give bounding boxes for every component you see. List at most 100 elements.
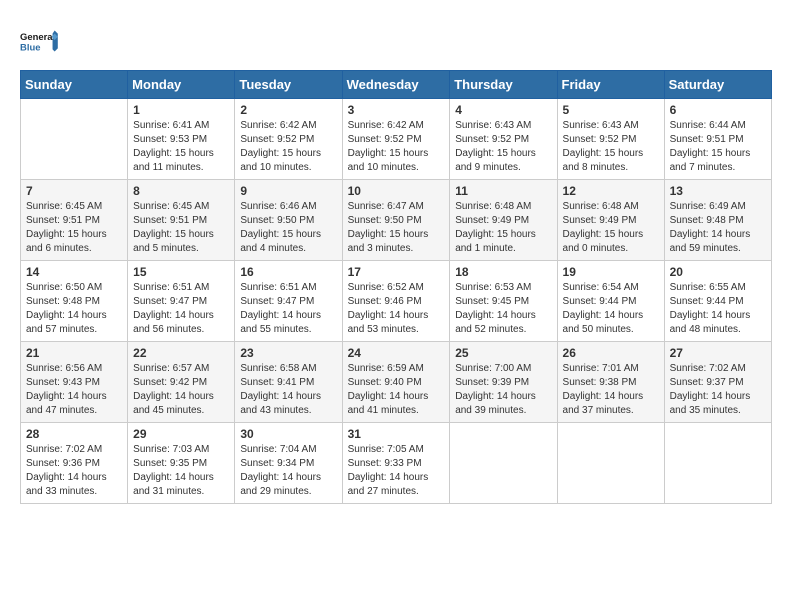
header-wednesday: Wednesday [342, 71, 450, 99]
calendar-cell: 11Sunrise: 6:48 AM Sunset: 9:49 PM Dayli… [450, 180, 557, 261]
day-number: 16 [240, 265, 336, 279]
day-number: 1 [133, 103, 229, 117]
day-number: 6 [670, 103, 766, 117]
day-number: 14 [26, 265, 122, 279]
cell-content: Sunrise: 6:45 AM Sunset: 9:51 PM Dayligh… [26, 200, 122, 256]
page-header: General Blue [20, 20, 772, 62]
cell-content: Sunrise: 6:51 AM Sunset: 9:47 PM Dayligh… [133, 281, 229, 337]
day-number: 19 [563, 265, 659, 279]
cell-content: Sunrise: 6:43 AM Sunset: 9:52 PM Dayligh… [455, 119, 551, 175]
cell-content: Sunrise: 6:41 AM Sunset: 9:53 PM Dayligh… [133, 119, 229, 175]
header-sunday: Sunday [21, 71, 128, 99]
day-number: 12 [563, 184, 659, 198]
header-saturday: Saturday [664, 71, 771, 99]
calendar-cell: 23 Sunrise: 6:58 AM Sunset: 9:41 PM Dayli… [235, 342, 342, 423]
calendar-cell [21, 99, 128, 180]
day-number: 7 [26, 184, 122, 198]
calendar-cell: 31Sunrise: 7:05 AM Sunset: 9:33 PM Dayli… [342, 423, 450, 504]
week-row-5: 28Sunrise: 7:02 AM Sunset: 9:36 PM Dayli… [21, 423, 772, 504]
cell-content: Sunrise: 6:46 AM Sunset: 9:50 PM Dayligh… [240, 200, 336, 256]
cell-content: Sunrise: 7:05 AM Sunset: 9:33 PM Dayligh… [348, 443, 445, 499]
svg-text:Blue: Blue [20, 42, 40, 53]
calendar-cell: 14 Sunrise: 6:50 AM Sunset: 9:48 PM Dayli… [21, 261, 128, 342]
calendar-cell: 20 Sunrise: 6:55 AM Sunset: 9:44 PM Dayli… [664, 261, 771, 342]
cell-content: Sunrise: 6:47 AM Sunset: 9:50 PM Dayligh… [348, 200, 445, 256]
day-number: 3 [348, 103, 445, 117]
header-thursday: Thursday [450, 71, 557, 99]
logo-svg: General Blue [20, 20, 62, 62]
calendar-cell: 2Sunrise: 6:42 AM Sunset: 9:52 PM Daylig… [235, 99, 342, 180]
calendar-cell [557, 423, 664, 504]
calendar-cell: 13 Sunrise: 6:49 AM Sunset: 9:48 PM Dayli… [664, 180, 771, 261]
day-number: 17 [348, 265, 445, 279]
header-monday: Monday [128, 71, 235, 99]
cell-content: Sunrise: 6:43 AM Sunset: 9:52 PM Dayligh… [563, 119, 659, 175]
cell-content: Sunrise: 6:57 AM Sunset: 9:42 PM Dayligh… [133, 362, 229, 418]
cell-content: Sunrise: 6:55 AM Sunset: 9:44 PM Dayligh… [670, 281, 766, 337]
day-number: 4 [455, 103, 551, 117]
day-number: 13 [670, 184, 766, 198]
calendar-cell: 4 Sunrise: 6:43 AM Sunset: 9:52 PM Daylig… [450, 99, 557, 180]
calendar-cell: 1 Sunrise: 6:41 AM Sunset: 9:53 PM Daylig… [128, 99, 235, 180]
calendar-cell: 16 Sunrise: 6:51 AM Sunset: 9:47 PM Dayli… [235, 261, 342, 342]
day-number: 27 [670, 346, 766, 360]
calendar-cell: 26 Sunrise: 7:01 AM Sunset: 9:38 PM Dayli… [557, 342, 664, 423]
day-number: 9 [240, 184, 336, 198]
cell-content: Sunrise: 6:53 AM Sunset: 9:45 PM Dayligh… [455, 281, 551, 337]
week-row-3: 14 Sunrise: 6:50 AM Sunset: 9:48 PM Dayli… [21, 261, 772, 342]
day-number: 15 [133, 265, 229, 279]
header-friday: Friday [557, 71, 664, 99]
calendar-cell: 15 Sunrise: 6:51 AM Sunset: 9:47 PM Dayli… [128, 261, 235, 342]
cell-content: Sunrise: 6:50 AM Sunset: 9:48 PM Dayligh… [26, 281, 122, 337]
calendar-cell: 7 Sunrise: 6:45 AM Sunset: 9:51 PM Daylig… [21, 180, 128, 261]
cell-content: Sunrise: 6:48 AM Sunset: 9:49 PM Dayligh… [455, 200, 551, 256]
calendar-cell: 10 Sunrise: 6:47 AM Sunset: 9:50 PM Dayli… [342, 180, 450, 261]
day-number: 18 [455, 265, 551, 279]
header-row: SundayMondayTuesdayWednesdayThursdayFrid… [21, 71, 772, 99]
calendar-cell: 5Sunrise: 6:43 AM Sunset: 9:52 PM Daylig… [557, 99, 664, 180]
calendar-cell [450, 423, 557, 504]
svg-text:General: General [20, 32, 55, 43]
calendar-cell: 24Sunrise: 6:59 AM Sunset: 9:40 PM Dayli… [342, 342, 450, 423]
cell-content: Sunrise: 6:49 AM Sunset: 9:48 PM Dayligh… [670, 200, 766, 256]
day-number: 30 [240, 427, 336, 441]
calendar-cell: 18 Sunrise: 6:53 AM Sunset: 9:45 PM Dayli… [450, 261, 557, 342]
calendar-cell: 25Sunrise: 7:00 AM Sunset: 9:39 PM Dayli… [450, 342, 557, 423]
cell-content: Sunrise: 6:45 AM Sunset: 9:51 PM Dayligh… [133, 200, 229, 256]
cell-content: Sunrise: 6:54 AM Sunset: 9:44 PM Dayligh… [563, 281, 659, 337]
cell-content: Sunrise: 7:04 AM Sunset: 9:34 PM Dayligh… [240, 443, 336, 499]
day-number: 23 [240, 346, 336, 360]
calendar-cell: 12 Sunrise: 6:48 AM Sunset: 9:49 PM Dayli… [557, 180, 664, 261]
cell-content: Sunrise: 7:02 AM Sunset: 9:37 PM Dayligh… [670, 362, 766, 418]
day-number: 10 [348, 184, 445, 198]
cell-content: Sunrise: 6:56 AM Sunset: 9:43 PM Dayligh… [26, 362, 122, 418]
calendar-cell: 29 Sunrise: 7:03 AM Sunset: 9:35 PM Dayli… [128, 423, 235, 504]
cell-content: Sunrise: 6:48 AM Sunset: 9:49 PM Dayligh… [563, 200, 659, 256]
day-number: 21 [26, 346, 122, 360]
calendar-table: SundayMondayTuesdayWednesdayThursdayFrid… [20, 70, 772, 504]
cell-content: Sunrise: 7:01 AM Sunset: 9:38 PM Dayligh… [563, 362, 659, 418]
week-row-2: 7 Sunrise: 6:45 AM Sunset: 9:51 PM Daylig… [21, 180, 772, 261]
day-number: 8 [133, 184, 229, 198]
day-number: 29 [133, 427, 229, 441]
calendar-cell: 17 Sunrise: 6:52 AM Sunset: 9:46 PM Dayli… [342, 261, 450, 342]
day-number: 20 [670, 265, 766, 279]
week-row-1: 1 Sunrise: 6:41 AM Sunset: 9:53 PM Daylig… [21, 99, 772, 180]
cell-content: Sunrise: 6:58 AM Sunset: 9:41 PM Dayligh… [240, 362, 336, 418]
day-number: 25 [455, 346, 551, 360]
calendar-cell: 19 Sunrise: 6:54 AM Sunset: 9:44 PM Dayli… [557, 261, 664, 342]
day-number: 2 [240, 103, 336, 117]
cell-content: Sunrise: 6:44 AM Sunset: 9:51 PM Dayligh… [670, 119, 766, 175]
week-row-4: 21 Sunrise: 6:56 AM Sunset: 9:43 PM Dayli… [21, 342, 772, 423]
logo: General Blue [20, 20, 62, 62]
calendar-cell: 27 Sunrise: 7:02 AM Sunset: 9:37 PM Dayli… [664, 342, 771, 423]
calendar-cell: 3Sunrise: 6:42 AM Sunset: 9:52 PM Daylig… [342, 99, 450, 180]
calendar-cell: 6 Sunrise: 6:44 AM Sunset: 9:51 PM Daylig… [664, 99, 771, 180]
day-number: 26 [563, 346, 659, 360]
calendar-cell: 22Sunrise: 6:57 AM Sunset: 9:42 PM Dayli… [128, 342, 235, 423]
cell-content: Sunrise: 6:51 AM Sunset: 9:47 PM Dayligh… [240, 281, 336, 337]
calendar-cell: 28Sunrise: 7:02 AM Sunset: 9:36 PM Dayli… [21, 423, 128, 504]
cell-content: Sunrise: 6:52 AM Sunset: 9:46 PM Dayligh… [348, 281, 445, 337]
cell-content: Sunrise: 7:03 AM Sunset: 9:35 PM Dayligh… [133, 443, 229, 499]
calendar-cell: 21 Sunrise: 6:56 AM Sunset: 9:43 PM Dayli… [21, 342, 128, 423]
